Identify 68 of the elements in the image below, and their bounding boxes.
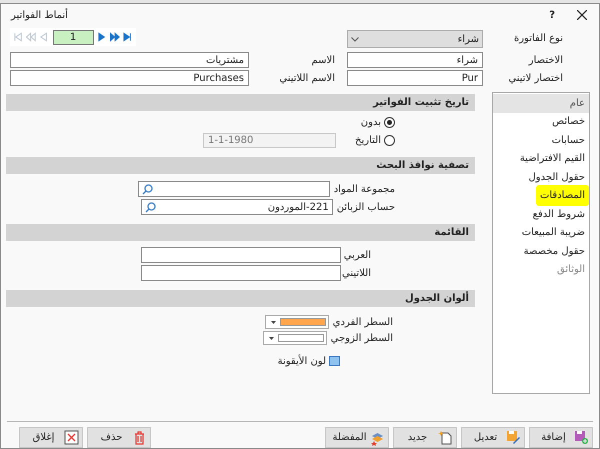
search-icon[interactable] [142, 184, 153, 194]
new-file-icon [438, 430, 453, 446]
favorites-button[interactable]: المفضلة [325, 427, 389, 448]
trash-icon [132, 430, 147, 446]
text-field[interactable]: مشتريات [10, 52, 249, 68]
caret-icon [270, 320, 276, 324]
caret-icon [268, 336, 274, 340]
category-item[interactable]: عام [493, 94, 589, 112]
field-label: لون الأيقونة [278, 354, 326, 368]
close-icon [64, 430, 79, 446]
category-item[interactable]: حقول مخصصة [493, 242, 589, 260]
delete-button[interactable]: حذف [87, 427, 151, 448]
radio-label: بدون [360, 116, 381, 130]
category-item[interactable]: شروط الدفع [493, 205, 589, 224]
section-header: القائمة [6, 224, 475, 241]
fast-forward-icon[interactable] [110, 32, 120, 42]
close-icon[interactable] [577, 10, 587, 20]
help-button[interactable]: ? [549, 8, 555, 22]
edit-button[interactable]: تعديل [461, 427, 525, 448]
search-icon[interactable] [144, 202, 156, 212]
close-button[interactable]: إغلاق [19, 427, 83, 448]
field-label: نوع الفاتورة [512, 32, 564, 46]
field-label: الاختصار [527, 54, 564, 68]
text-field[interactable]: شراء [347, 52, 483, 68]
next-icon[interactable] [96, 32, 107, 42]
color-picker[interactable] [264, 315, 329, 329]
field-label: اختصار لاتيني [507, 72, 564, 86]
field-label: الاسم اللاتيني [278, 72, 336, 86]
category-item[interactable]: حسابات [493, 131, 589, 150]
dropdown-value: شراء [456, 32, 479, 46]
new-button[interactable]: جديد [393, 427, 457, 448]
search-field[interactable]: 221-الموردون [140, 199, 333, 215]
invoice-type-dropdown[interactable]: شراء [347, 30, 483, 48]
add-button[interactable]: إضافة [529, 427, 593, 448]
edit-icon [506, 430, 521, 446]
skip-first-icon[interactable] [13, 32, 24, 42]
text-field[interactable] [141, 247, 341, 263]
section-header: تاريخ تثبيت الفواتير [6, 94, 475, 111]
window-title: أنماط الفواتير [11, 8, 68, 22]
color-picker[interactable] [262, 331, 327, 345]
field-label: مجموعة المواد [334, 182, 395, 196]
category-item[interactable]: القيم الافتراضية [493, 150, 589, 168]
field-label: السطر الزوجي [330, 332, 393, 346]
search-field[interactable] [138, 181, 330, 197]
field-label: حساب الزبائن [336, 200, 395, 214]
radio-button[interactable] [384, 135, 395, 146]
previous-icon[interactable] [39, 32, 50, 42]
field-label: العربي [342, 248, 371, 262]
rewind-icon[interactable] [26, 32, 36, 42]
text-field[interactable]: Purchases [10, 70, 249, 86]
field-label: السطر الفردي [332, 316, 393, 330]
category-item[interactable]: خصائص [493, 112, 589, 131]
date-field[interactable]: 1-1-1980 [203, 133, 336, 148]
section-header: ألوان الجدول [6, 290, 475, 307]
skip-last-icon[interactable] [122, 32, 134, 42]
record-number-field[interactable]: 1 [52, 30, 94, 44]
radio-button[interactable] [384, 117, 395, 128]
section-header: تصفية نوافذ البحث [6, 157, 475, 174]
radio-label: التاريخ [354, 134, 381, 148]
color-swatch[interactable] [329, 356, 340, 366]
field-label: الاسم [310, 54, 336, 68]
text-field[interactable] [141, 265, 341, 281]
chevron-down-icon [351, 36, 359, 42]
save-icon [574, 430, 589, 446]
text-field[interactable]: Pur [347, 70, 483, 86]
category-item[interactable]: ضريبة المبيعات [493, 224, 589, 242]
category-item[interactable]: حقول الجدول [493, 168, 589, 186]
field-label: اللاتيني [341, 266, 371, 280]
